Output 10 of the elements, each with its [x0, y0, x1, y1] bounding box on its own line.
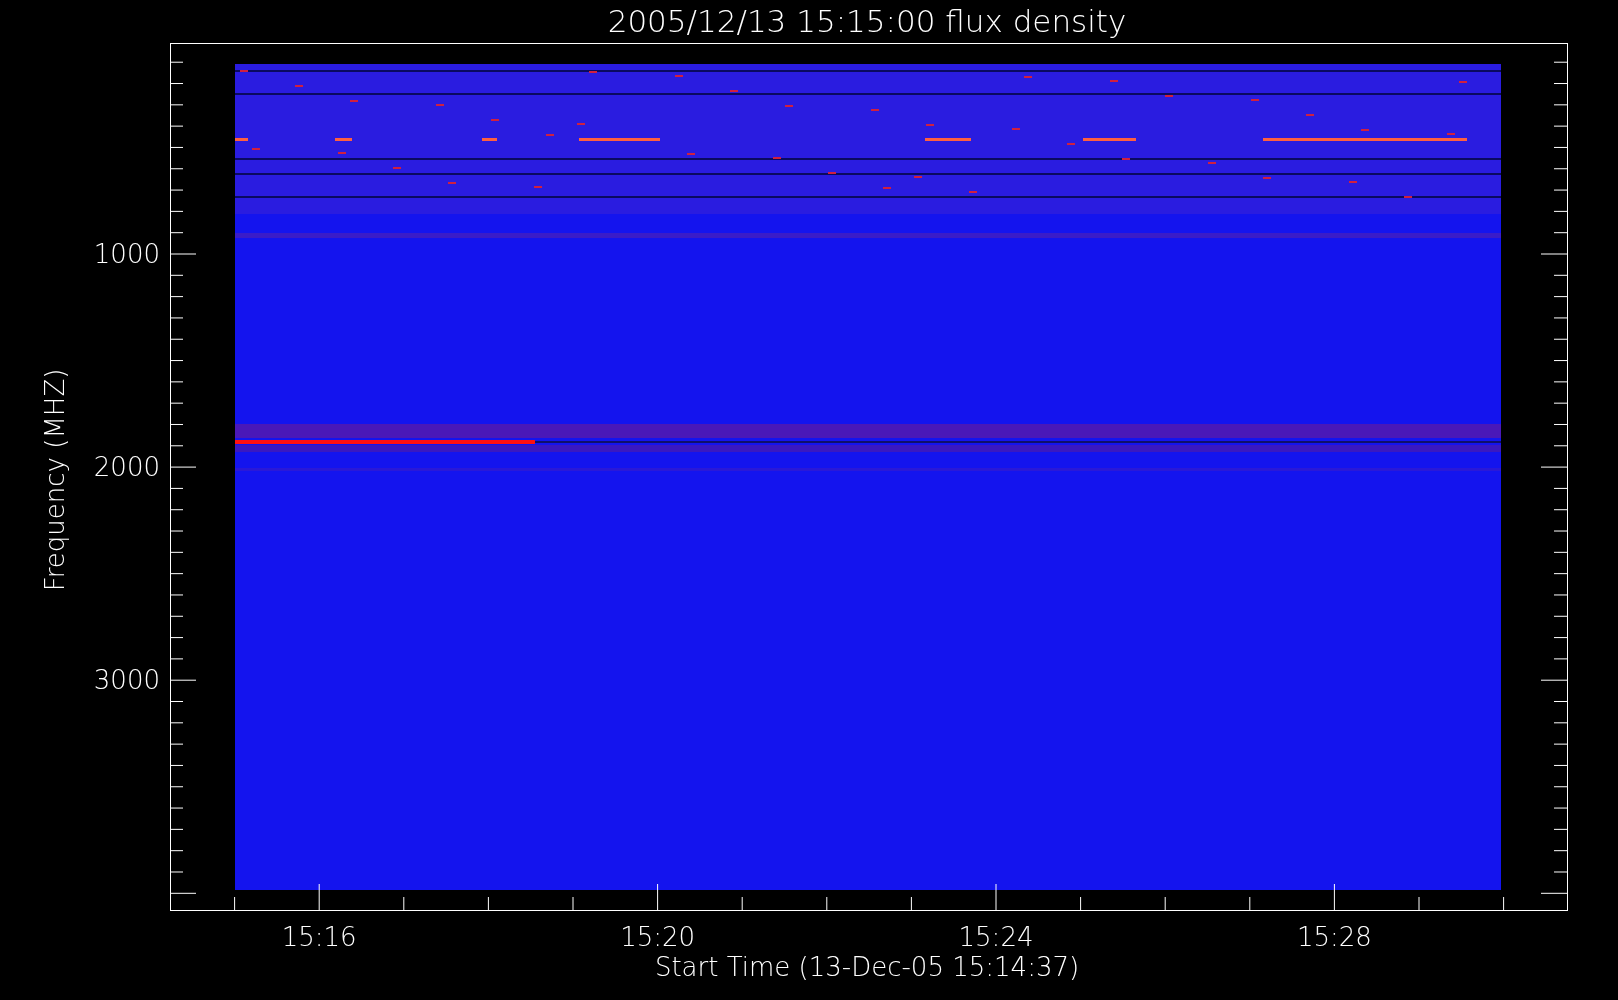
axis-label: Frequency (MHZ) [40, 368, 70, 592]
tick-label: 2000 [93, 452, 160, 483]
tick-label: 15:28 [1296, 922, 1372, 952]
tick-label: 3000 [93, 665, 160, 696]
tick-label: 1000 [93, 239, 160, 269]
tick-label: 15:20 [620, 922, 696, 952]
axis-label: Start Time (13-Dec-05 15:14:37) [654, 952, 1080, 982]
tick-label: 15:16 [281, 922, 357, 952]
plot-title: 2005/12/13 15:15:00 flux density [607, 3, 1127, 39]
tick-label: 15:24 [958, 922, 1034, 952]
